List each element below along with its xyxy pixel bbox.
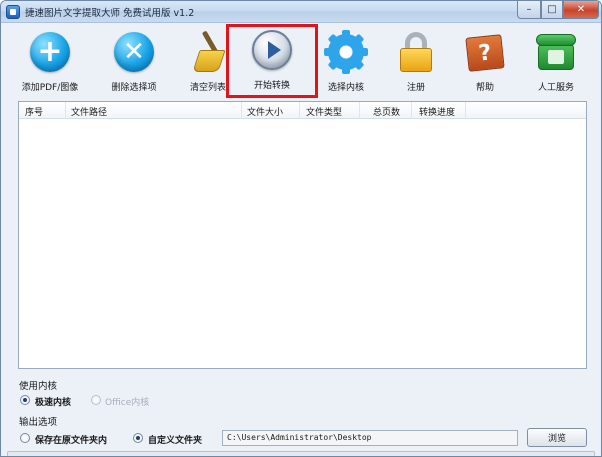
browse-button[interactable]: 浏览 [527, 428, 587, 447]
engine-office-label: Office内核 [105, 398, 150, 408]
start-convert-button[interactable]: 开始转换 [226, 24, 318, 98]
help-button[interactable]: ? 帮助 [448, 28, 522, 94]
help-book-icon: ? [463, 30, 507, 74]
column-header-size[interactable]: 文件大小 [247, 105, 283, 118]
register-button[interactable]: 注册 [379, 28, 453, 94]
help-label: 帮助 [475, 83, 494, 93]
close-button[interactable]: ✕ [563, 1, 599, 19]
add-file-label: 添加PDF/图像 [21, 83, 79, 93]
column-header-index[interactable]: 序号 [25, 105, 43, 118]
toolbar: + 添加PDF/图像 ✕ 删除选择项 清空列表 开始转换 选择内核 注册 ? 帮… [1, 24, 601, 98]
customer-service-label: 人工服务 [537, 83, 574, 93]
column-header-pages[interactable]: 总页数 [373, 105, 400, 118]
delete-selected-label: 删除选择项 [111, 83, 157, 93]
add-icon: + [28, 30, 72, 74]
output-section-title: 输出选项 [19, 417, 58, 428]
output-path-field[interactable]: C:\Users\Administrator\Desktop [222, 430, 518, 446]
add-file-button[interactable]: + 添加PDF/图像 [13, 28, 87, 94]
column-header-progress[interactable]: 转换进度 [419, 105, 455, 118]
engine-fast-radio[interactable] [20, 395, 30, 405]
register-label: 注册 [406, 83, 425, 93]
delete-selected-button[interactable]: ✕ 删除选择项 [97, 28, 171, 94]
custom-folder-radio[interactable] [133, 433, 143, 443]
gear-icon [324, 30, 368, 74]
select-engine-button[interactable]: 选择内核 [309, 28, 383, 94]
custom-folder-label[interactable]: 自定义文件夹 [148, 433, 202, 446]
file-list[interactable]: 序号 文件路径 文件大小 文件类型 总页数 转换进度 [18, 101, 587, 369]
engine-office-radio [91, 395, 101, 405]
app-logo-icon [6, 5, 20, 19]
select-engine-label: 选择内核 [327, 83, 364, 93]
engine-section-title: 使用内核 [19, 381, 58, 392]
save-original-folder-label[interactable]: 保存在原文件夹内 [35, 433, 107, 446]
window-title: 捷速图片文字提取大师 免费试用版 v1.2 [25, 8, 195, 19]
play-icon [250, 28, 294, 72]
start-convert-label: 开始转换 [253, 81, 290, 91]
minimize-button[interactable]: – [517, 1, 541, 19]
maximize-button[interactable]: □ [541, 1, 563, 19]
column-header-type[interactable]: 文件类型 [306, 105, 342, 118]
clear-list-label: 清空列表 [189, 83, 226, 93]
broom-icon [186, 30, 230, 74]
phone-icon [534, 30, 578, 74]
status-bar [7, 451, 595, 456]
delete-icon: ✕ [112, 30, 156, 74]
column-header-path[interactable]: 文件路径 [71, 105, 107, 118]
engine-fast-label[interactable]: 极速内核 [35, 395, 71, 408]
app-window: 捷速图片文字提取大师 免费试用版 v1.2 – □ ✕ + 添加PDF/图像 ✕… [0, 0, 602, 457]
file-list-header: 序号 文件路径 文件大小 文件类型 总页数 转换进度 [19, 102, 586, 119]
lock-icon [394, 30, 438, 74]
save-original-folder-radio[interactable] [20, 433, 30, 443]
customer-service-button[interactable]: 人工服务 [519, 28, 593, 94]
title-bar[interactable]: 捷速图片文字提取大师 免费试用版 v1.2 – □ ✕ [1, 1, 601, 23]
